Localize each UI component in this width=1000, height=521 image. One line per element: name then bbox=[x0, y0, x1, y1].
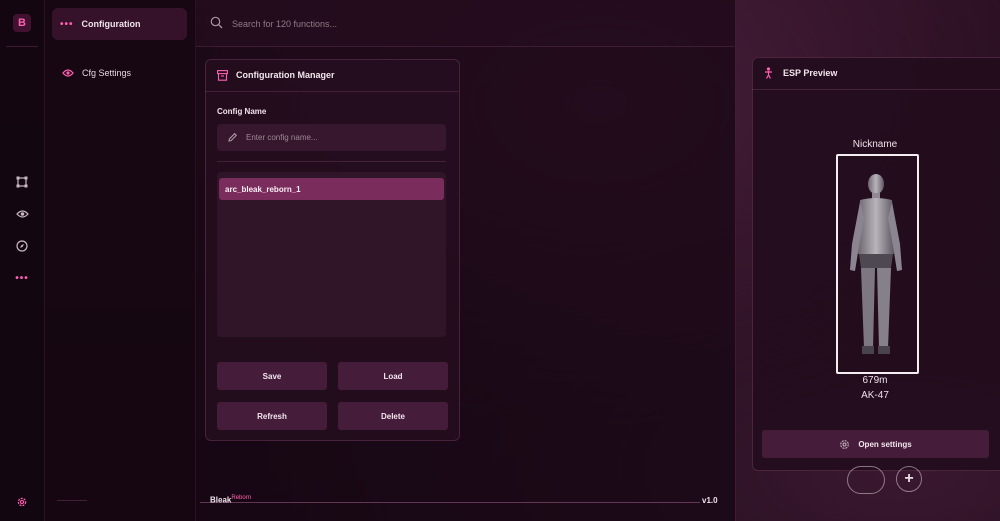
version-label: v1.0 bbox=[702, 496, 718, 505]
esp-preview-header: ESP Preview bbox=[752, 57, 1000, 90]
esp-distance: 679m bbox=[862, 375, 888, 386]
footer-divider bbox=[200, 502, 700, 503]
open-settings-button[interactable]: Open settings bbox=[762, 430, 989, 458]
load-button[interactable]: Load bbox=[338, 362, 448, 390]
panel-header: Configuration Manager bbox=[205, 59, 458, 92]
esp-nickname: Nickname bbox=[852, 139, 898, 150]
config-item-label: arc_bleak_reborn_1 bbox=[225, 184, 301, 194]
brand-sub-label: Reborn bbox=[231, 495, 252, 501]
config-list-item[interactable]: arc_bleak_reborn_1 bbox=[219, 178, 444, 200]
config-name-label: Config Name bbox=[217, 107, 267, 116]
tab-label: Configuration bbox=[81, 19, 141, 29]
more-dots-icon[interactable]: ••• bbox=[12, 268, 32, 288]
open-settings-label: Open settings bbox=[858, 439, 912, 449]
subnav-divider bbox=[57, 500, 87, 501]
person-icon bbox=[765, 67, 772, 79]
pencil-icon bbox=[228, 132, 238, 142]
delete-button[interactable]: Delete bbox=[338, 402, 448, 430]
brand-label: Bleak bbox=[210, 495, 232, 505]
app-logo[interactable]: B bbox=[13, 14, 31, 32]
subnav-item-cfg-settings[interactable]: Cfg Settings bbox=[62, 64, 187, 82]
more-dots-icon: ••• bbox=[60, 18, 74, 30]
subnav-item-label: Cfg Settings bbox=[82, 68, 132, 78]
gear-icon bbox=[840, 439, 850, 449]
plus-icon: + bbox=[896, 466, 922, 492]
tab-configuration[interactable]: ••• Configuration bbox=[52, 8, 187, 40]
compass-icon[interactable] bbox=[12, 236, 32, 256]
rail-divider bbox=[6, 46, 38, 47]
eye-icon bbox=[62, 69, 74, 77]
esp-weapon: AK-47 bbox=[861, 390, 889, 401]
search-icon bbox=[210, 16, 224, 30]
background-decoration bbox=[847, 466, 885, 494]
save-button[interactable]: Save bbox=[217, 362, 327, 390]
selection-icon[interactable] bbox=[12, 172, 32, 192]
refresh-button[interactable]: Refresh bbox=[217, 402, 327, 430]
config-name-field[interactable] bbox=[217, 124, 446, 151]
icon-rail bbox=[0, 0, 45, 521]
config-name-input[interactable] bbox=[244, 132, 438, 143]
archive-icon bbox=[217, 69, 228, 81]
brand-name: BleakReborn bbox=[210, 495, 251, 505]
esp-preview-title: ESP Preview bbox=[783, 68, 838, 78]
divider bbox=[217, 161, 446, 162]
player-model bbox=[850, 174, 902, 354]
panel-title: Configuration Manager bbox=[236, 70, 335, 80]
search-input[interactable] bbox=[230, 14, 534, 34]
gear-icon[interactable] bbox=[12, 492, 32, 512]
eye-icon[interactable] bbox=[12, 204, 32, 224]
